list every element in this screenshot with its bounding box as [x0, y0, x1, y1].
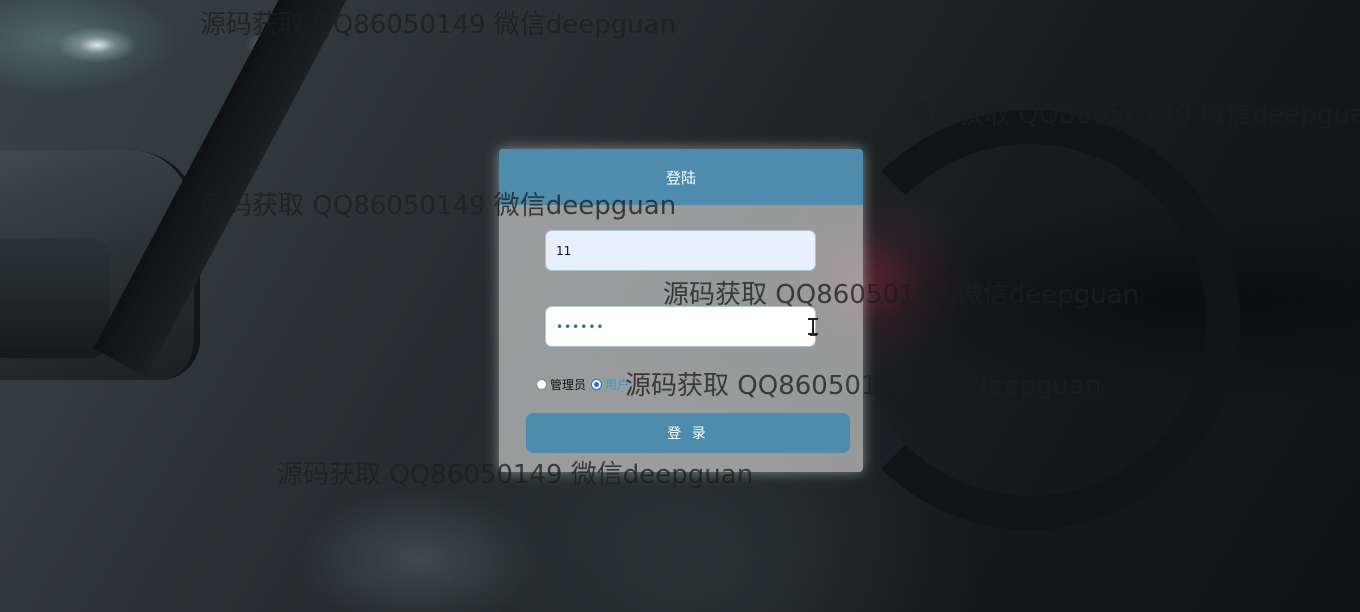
password-input[interactable] [545, 306, 816, 347]
side-mirror-glass [0, 238, 110, 358]
role-label-admin[interactable]: 管理员 [550, 376, 586, 393]
login-title: 登陆 [499, 149, 863, 205]
i-beam-cursor-icon [808, 318, 818, 335]
role-selector: 管理员 用户 [536, 375, 634, 393]
username-input[interactable] [545, 230, 816, 271]
login-button[interactable]: 登 录 [526, 413, 850, 453]
role-radio-user[interactable] [591, 378, 603, 390]
side-mirror [0, 150, 200, 380]
watermark-text: 源码获取 QQ86050149 微信deepguan [906, 100, 1360, 130]
watermark-text: 源码获取 QQ86050149 微信deepguan [200, 10, 677, 40]
steering-wheel [820, 110, 1240, 530]
login-card: 登陆 管理员 用户 登 录 [499, 149, 863, 472]
car-pillar [93, 0, 353, 377]
role-label-user[interactable]: 用户 [605, 376, 629, 393]
role-radio-admin[interactable] [536, 378, 547, 390]
